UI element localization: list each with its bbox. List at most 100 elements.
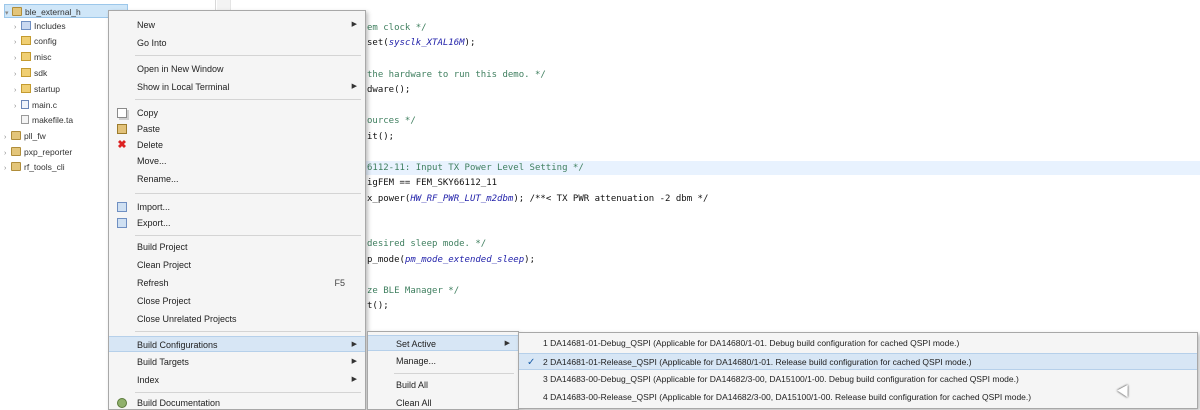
code-line: t();	[367, 301, 389, 311]
menu-item-build-project[interactable]: Build Project	[109, 239, 365, 255]
menu-item-label: Show in Local Terminal	[137, 82, 230, 92]
menu-item-label: Close Project	[137, 296, 191, 306]
tree-item-label: Includes	[34, 21, 66, 31]
tree-item-includes[interactable]: › Includes	[14, 19, 66, 33]
menu-separator	[135, 392, 361, 393]
include-icon	[21, 21, 31, 30]
menu-item-label: Build Documentation	[137, 398, 221, 408]
menu-item-label: Manage...	[396, 356, 437, 366]
menu-item-label: Close Unrelated Projects	[137, 314, 237, 324]
menu-item-index[interactable]: Index ▶	[109, 372, 365, 388]
menu-item-label: Refresh	[137, 278, 169, 288]
menu-item-go-into[interactable]: Go Into	[109, 35, 365, 51]
tree-item-rf-tools-cli[interactable]: › rf_tools_cli	[4, 160, 65, 174]
code-text: p_mode(	[367, 255, 405, 265]
tree-item-pll-fw[interactable]: › pll_fw	[4, 129, 46, 143]
menu-item-rename[interactable]: Rename...	[109, 171, 365, 187]
expand-chevron-icon[interactable]: ›	[4, 131, 11, 145]
menu-item-import[interactable]: Import...	[109, 199, 365, 215]
config-item-4[interactable]: 4 DA14683-00-Release_QSPI (Applicable fo…	[519, 389, 1197, 406]
menu-item-manage[interactable]: Manage...	[368, 353, 518, 369]
config-item-3[interactable]: 3 DA14683-00-Debug_QSPI (Applicable for …	[519, 371, 1197, 388]
menu-item-label: Build Targets	[137, 357, 189, 367]
tree-item-label: misc	[34, 52, 52, 62]
code-line: desired sleep mode. */	[367, 239, 487, 249]
expand-chevron-icon[interactable]: ›	[14, 68, 21, 82]
tree-item-label: ble_external_h	[25, 7, 81, 17]
menu-item-close-unrelated-projects[interactable]: Close Unrelated Projects	[109, 311, 365, 327]
menu-item-build-configurations[interactable]: Build Configurations ▶	[109, 336, 365, 352]
code-line: ze BLE Manager */	[367, 286, 460, 296]
tree-item-startup[interactable]: › startup	[14, 82, 60, 96]
menu-item-new[interactable]: New ▶	[109, 17, 365, 33]
menu-separator	[135, 99, 361, 100]
menu-item-label: Set Active	[396, 339, 437, 349]
tree-item-sdk[interactable]: › sdk	[14, 66, 47, 80]
code-keyword: sysclk_XTAL16M	[388, 38, 465, 48]
menu-item-export[interactable]: Export...	[109, 215, 365, 231]
menu-item-label: Paste	[137, 124, 161, 134]
documentation-icon	[117, 398, 127, 408]
folder-icon	[21, 36, 31, 45]
menu-item-shortcut: F5	[334, 278, 345, 288]
build-configurations-submenu: Set Active ▶ Manage... Build All Clean Al…	[367, 331, 519, 410]
folder-icon	[21, 52, 31, 61]
tree-item-misc[interactable]: › misc	[14, 50, 51, 64]
menu-item-clean-project[interactable]: Clean Project	[109, 257, 365, 273]
tree-item-label: makefile.ta	[32, 115, 74, 125]
expand-chevron-icon[interactable]: ›	[14, 100, 21, 114]
menu-item-set-active[interactable]: Set Active ▶	[368, 335, 518, 351]
tree-item-config[interactable]: › config	[14, 34, 57, 48]
tree-item-label: config	[34, 36, 57, 46]
folder-icon	[21, 84, 31, 93]
expand-chevron-icon[interactable]: ›	[4, 147, 11, 161]
expand-chevron-icon[interactable]: ›	[4, 162, 11, 176]
set-active-submenu: 1 DA14681-01-Debug_QSPI (Applicable for …	[518, 332, 1198, 409]
expand-chevron-icon[interactable]: ›	[14, 84, 21, 98]
code-line: ources */	[367, 116, 416, 126]
submenu-arrow-icon: ▶	[504, 340, 510, 347]
expand-chevron-icon[interactable]: ›	[14, 21, 21, 35]
menu-item-label: Open in New Window	[137, 64, 224, 74]
code-keyword: HW_RF_PWR_LUT_m2dbm	[410, 194, 514, 204]
config-item-2[interactable]: ✓ 2 DA14681-01-Release_QSPI (Applicable f…	[519, 353, 1197, 370]
tree-item-main-c[interactable]: › main.c	[14, 98, 57, 112]
delete-icon: ✖	[117, 139, 127, 151]
project-icon	[12, 7, 22, 16]
menu-item-copy[interactable]: Copy	[109, 105, 365, 121]
menu-item-show-in-local-terminal[interactable]: Show in Local Terminal ▶	[109, 79, 365, 95]
menu-item-build-targets[interactable]: Build Targets ▶	[109, 354, 365, 370]
code-text: ); /**< TX PWR attenuation -2 dbm */	[513, 194, 709, 204]
menu-item-move[interactable]: Move...	[109, 153, 365, 169]
config-item-1[interactable]: 1 DA14681-01-Debug_QSPI (Applicable for …	[519, 335, 1197, 352]
menu-separator	[135, 193, 361, 194]
code-line: x_power(HW_RF_PWR_LUT_m2dbm); /**< TX PW…	[367, 192, 708, 206]
menu-item-label: Import...	[137, 202, 171, 212]
expand-chevron-icon[interactable]: ›	[14, 52, 21, 66]
menu-item-paste[interactable]: Paste	[109, 121, 365, 137]
code-line: 6112-11: Input TX Power Level Setting */	[367, 163, 584, 173]
menu-item-build-all[interactable]: Build All	[368, 377, 518, 393]
c-file-icon	[21, 100, 29, 109]
tree-item-pxp-reporter[interactable]: › pxp_reporter	[4, 145, 72, 159]
submenu-arrow-icon: ▶	[351, 21, 357, 28]
menu-item-label: Copy	[137, 108, 159, 118]
menu-item-refresh[interactable]: Refresh F5	[109, 275, 365, 291]
menu-item-label: Build Project	[137, 242, 188, 252]
code-text: );	[464, 38, 476, 48]
menu-item-open-in-new-window[interactable]: Open in New Window	[109, 61, 365, 77]
menu-item-label: Clean All	[396, 398, 432, 408]
menu-item-close-project[interactable]: Close Project	[109, 293, 365, 309]
expand-chevron-icon[interactable]: ▾	[5, 7, 12, 21]
project-icon	[11, 131, 21, 140]
expand-chevron-icon[interactable]: ›	[14, 36, 21, 50]
menu-item-build-documentation[interactable]: Build Documentation	[109, 395, 365, 410]
code-keyword: pm_mode_extended_sleep	[404, 255, 525, 265]
menu-item-label: Rename...	[137, 174, 179, 184]
tree-item-label: pxp_reporter	[24, 147, 73, 157]
menu-item-clean-all[interactable]: Clean All	[368, 395, 518, 410]
copy-icon	[117, 108, 127, 118]
menu-item-delete[interactable]: ✖ Delete	[109, 137, 365, 153]
tree-item-makefile[interactable]: makefile.ta	[14, 113, 73, 127]
tree-item-label: main.c	[32, 100, 58, 110]
